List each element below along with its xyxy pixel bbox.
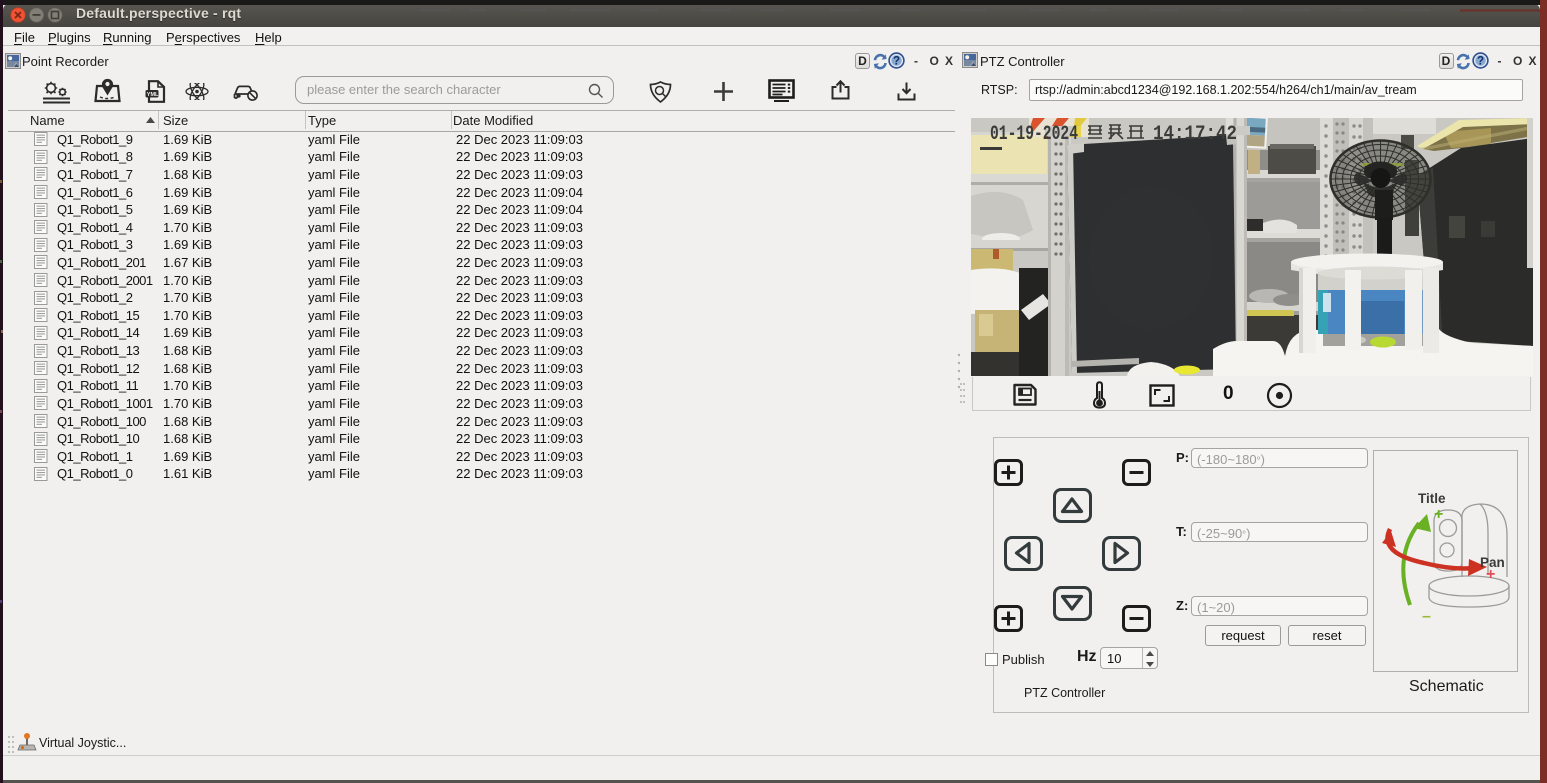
svg-text:+: +	[1434, 506, 1443, 523]
svg-text:?: ?	[893, 56, 900, 68]
svg-text:Title: Title	[1418, 491, 1446, 506]
svg-text:?: ?	[1476, 56, 1483, 68]
svg-text:–: –	[1422, 608, 1431, 625]
svg-text:YML: YML	[147, 92, 159, 98]
svg-text:01-19-2024: 01-19-2024	[990, 123, 1078, 146]
svg-text:+: +	[1486, 566, 1495, 583]
svg-text:14:17:42: 14:17:42	[1153, 123, 1237, 146]
